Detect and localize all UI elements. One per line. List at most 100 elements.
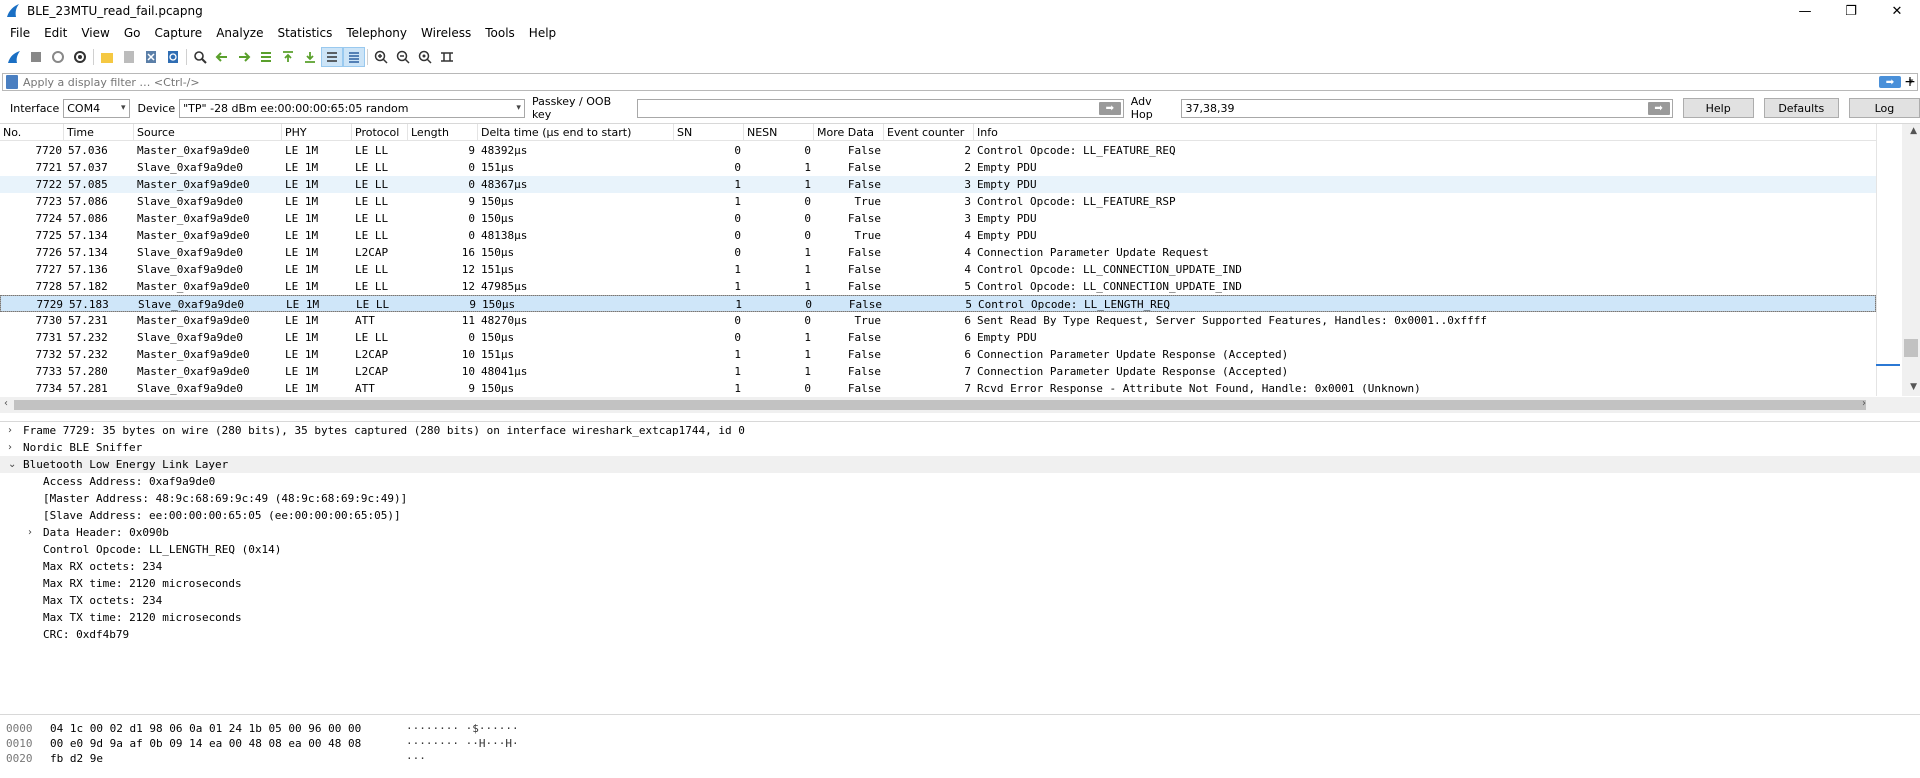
scrollbar-thumb[interactable] (14, 400, 1866, 410)
packet-row[interactable]: 7728 57.182 Master_0xaf9a9de0 LE 1M LE LL 12 4… (0, 278, 1876, 295)
passkey-apply-arrow-icon[interactable]: ➡ (1098, 101, 1121, 115)
menu-telephony[interactable]: Telephony (339, 22, 414, 44)
start-capture-icon[interactable] (3, 47, 25, 67)
packet-row[interactable]: 7722 57.085 Master_0xaf9a9de0 LE 1M LE LL 0 48… (0, 176, 1876, 193)
maximize-button[interactable]: ❐ (1828, 0, 1874, 22)
scrollbar-thumb[interactable] (1904, 339, 1918, 357)
menu-go[interactable]: Go (117, 22, 148, 44)
bytes-row[interactable]: 0020 fb d2 9e ··· (0, 751, 1920, 766)
menu-view[interactable]: View (74, 22, 116, 44)
bookmark-icon[interactable] (6, 75, 18, 89)
find-packet-icon[interactable] (189, 47, 211, 67)
packet-list-vertical-scrollbar[interactable]: ▲ ▼ (1876, 124, 1920, 396)
save-file-icon[interactable] (118, 47, 140, 67)
interface-select[interactable]: COM4 ▾ (63, 98, 130, 118)
detail-tree-item[interactable]: Max TX octets: 234 (0, 592, 1920, 609)
column-header-source[interactable]: Source (134, 124, 282, 141)
packet-row[interactable]: 7721 57.037 Slave_0xaf9a9de0 LE 1M LE LL 0 151… (0, 159, 1876, 176)
chevron-down-icon[interactable]: ⌄ (8, 456, 16, 473)
detail-tree-item[interactable]: Max RX octets: 234 (0, 558, 1920, 575)
first-packet-icon[interactable] (277, 47, 299, 67)
packet-row[interactable]: 7730 57.231 Master_0xaf9a9de0 LE 1M ATT 11 482… (0, 312, 1876, 329)
adv-hop-apply-arrow-icon[interactable]: ➡ (1647, 101, 1670, 115)
column-header-phy[interactable]: PHY (282, 124, 352, 141)
column-header-event-counter[interactable]: Event counter (884, 124, 974, 141)
add-filter-button-plus-icon[interactable]: + (1902, 73, 1918, 91)
resize-columns-icon[interactable] (436, 47, 458, 67)
passkey-input[interactable]: ➡ (636, 98, 1124, 118)
menu-file[interactable]: File (3, 22, 37, 44)
detail-tree-item[interactable]: Control Opcode: LL_LENGTH_REQ (0x14) (0, 541, 1920, 558)
scroll-left-icon[interactable]: ‹ (4, 398, 8, 409)
menu-statistics[interactable]: Statistics (270, 22, 339, 44)
packet-row[interactable]: 7725 57.134 Master_0xaf9a9de0 LE 1M LE LL 0 48… (0, 227, 1876, 244)
scroll-right-icon[interactable]: › (1862, 398, 1866, 409)
detail-tree-item[interactable]: › Data Header: 0x090b (0, 524, 1920, 541)
column-header-info[interactable]: Info (974, 124, 1874, 141)
last-packet-icon[interactable] (299, 47, 321, 67)
detail-tree-item[interactable]: ⌄ Bluetooth Low Energy Link Layer (0, 456, 1920, 473)
help-button[interactable]: Help (1682, 98, 1754, 118)
detail-tree-item[interactable]: CRC: 0xdf4b79 (0, 626, 1920, 643)
scroll-up-icon[interactable]: ▲ (1910, 126, 1917, 136)
go-forward-icon[interactable] (233, 47, 255, 67)
menu-edit[interactable]: Edit (37, 22, 74, 44)
go-back-icon[interactable] (211, 47, 233, 67)
normal-size-icon[interactable] (414, 47, 436, 67)
minimize-button[interactable]: — (1782, 0, 1828, 22)
chevron-right-icon[interactable]: › (8, 422, 12, 439)
bytes-row[interactable]: 0010 00 e0 9d 9a af 0b 09 14 ea 00 48 08 … (0, 736, 1920, 751)
defaults-button[interactable]: Defaults (1763, 98, 1839, 118)
packet-row[interactable]: 7733 57.280 Master_0xaf9a9de0 LE 1M L2CAP 10 4… (0, 363, 1876, 380)
packet-list-horizontal-scrollbar[interactable]: ‹ › (0, 397, 1920, 413)
menu-tools[interactable]: Tools (478, 22, 522, 44)
zoom-out-icon[interactable] (392, 47, 414, 67)
chevron-right-icon[interactable]: › (8, 439, 12, 456)
detail-tree-item[interactable]: Access Address: 0xaf9a9de0 (0, 473, 1920, 490)
adv-hop-input[interactable]: 37,38,39 ➡ (1180, 98, 1673, 118)
menu-capture[interactable]: Capture (147, 22, 209, 44)
column-header-sn[interactable]: SN (674, 124, 744, 141)
reload-file-icon[interactable] (162, 47, 184, 67)
column-header-nesn[interactable]: NESN (744, 124, 814, 141)
menu-wireless[interactable]: Wireless (414, 22, 478, 44)
packet-row[interactable]: 7723 57.086 Slave_0xaf9a9de0 LE 1M LE LL 9 150… (0, 193, 1876, 210)
packet-row[interactable]: 7727 57.136 Slave_0xaf9a9de0 LE 1M LE LL 12 15… (0, 261, 1876, 278)
packet-row[interactable]: 7731 57.232 Slave_0xaf9a9de0 LE 1M LE LL 0 150… (0, 329, 1876, 346)
close-file-icon[interactable] (140, 47, 162, 67)
bytes-row[interactable]: 0000 04 1c 00 02 d1 98 06 0a 01 24 1b 05 … (0, 721, 1920, 736)
column-header-protocol[interactable]: Protocol (352, 124, 408, 141)
menu-analyze[interactable]: Analyze (209, 22, 270, 44)
column-header-length[interactable]: Length (408, 124, 478, 141)
packet-row[interactable]: 7726 57.134 Slave_0xaf9a9de0 LE 1M L2CAP 16 15… (0, 244, 1876, 261)
packet-row[interactable]: 7732 57.232 Master_0xaf9a9de0 LE 1M L2CAP 10 1… (0, 346, 1876, 363)
device-select[interactable]: "TP" -28 dBm ee:00:00:00:65:05 random ▾ (179, 98, 525, 118)
display-filter-input[interactable] (23, 74, 1879, 90)
menu-help[interactable]: Help (522, 22, 563, 44)
zoom-in-icon[interactable] (370, 47, 392, 67)
restart-capture-icon[interactable] (47, 47, 69, 67)
packet-row[interactable]: 7729 57.183 Slave_0xaf9a9de0 LE 1M LE LL 9 150… (0, 295, 1876, 312)
detail-tree-item[interactable]: [Slave Address: ee:00:00:00:65:05 (ee:00… (0, 507, 1920, 524)
capture-options-icon[interactable] (69, 47, 91, 67)
scroll-down-icon[interactable]: ▼ (1910, 382, 1917, 392)
close-button[interactable]: ✕ (1874, 0, 1920, 22)
auto-scroll-icon[interactable] (321, 47, 343, 67)
detail-tree-item[interactable]: › Nordic BLE Sniffer (0, 439, 1920, 456)
detail-tree-item[interactable]: Max RX time: 2120 microseconds (0, 575, 1920, 592)
column-header-delta-time[interactable]: Delta time (µs end to start) (478, 124, 674, 141)
log-button[interactable]: Log (1848, 98, 1920, 118)
column-header-no[interactable]: No. (0, 124, 64, 141)
column-header-time[interactable]: Time (64, 124, 134, 141)
colorize-icon[interactable] (343, 47, 365, 67)
packet-row[interactable]: 7724 57.086 Master_0xaf9a9de0 LE 1M LE LL 0 15… (0, 210, 1876, 227)
detail-tree-item[interactable]: › Frame 7729: 35 bytes on wire (280 bits)… (0, 422, 1920, 439)
open-file-icon[interactable] (96, 47, 118, 67)
detail-tree-item[interactable]: [Master Address: 48:9c:68:69:9c:49 (48:9… (0, 490, 1920, 507)
packet-row[interactable]: 7734 57.281 Slave_0xaf9a9de0 LE 1M ATT 9 150µs… (0, 380, 1876, 397)
stop-capture-icon[interactable] (25, 47, 47, 67)
go-to-packet-icon[interactable] (255, 47, 277, 67)
packet-row[interactable]: 7720 57.036 Master_0xaf9a9de0 LE 1M LE LL 9 48… (0, 142, 1876, 159)
apply-filter-arrow-icon[interactable]: ➡ (1879, 76, 1901, 88)
detail-tree-item[interactable]: Max TX time: 2120 microseconds (0, 609, 1920, 626)
